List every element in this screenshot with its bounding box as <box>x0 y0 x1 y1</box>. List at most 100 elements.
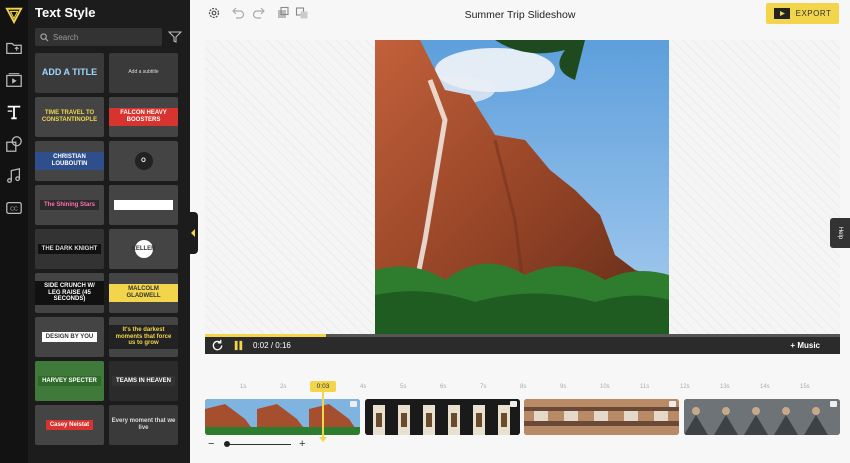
text-style-label: Add a subtitle <box>128 69 159 76</box>
current-time: 0:02 <box>253 341 269 350</box>
text-style-panel: Text Style ADD A TITLE Add a subtitle TIME… <box>28 0 190 463</box>
timeline-tick: 6s <box>440 384 447 390</box>
timeline-tick: 14s <box>760 384 770 390</box>
text-style-tile[interactable]: FALCON HEAVY BOOSTERS <box>109 97 178 137</box>
clip-options-icon[interactable] <box>510 401 517 407</box>
text-style-label: Every moment that we live <box>111 418 176 431</box>
zoom-in-icon[interactable]: + <box>299 438 305 450</box>
search-box[interactable] <box>35 28 162 46</box>
timeline-tick: 12s <box>680 384 690 390</box>
text-style-tile[interactable]: MALCOLM GLADWELL <box>109 273 178 313</box>
text-style-tile[interactable]: ADD A TITLE <box>35 53 104 93</box>
text-style-label: KELLER <box>132 240 156 258</box>
text-style-tile[interactable]: DESIGN BY YOU <box>35 317 104 357</box>
playhead[interactable] <box>322 392 324 438</box>
text-style-label: FALCON HEAVY BOOSTERS <box>109 108 178 126</box>
film-icon <box>773 8 790 19</box>
text-style-label: TEAMS IN HEAVEN <box>112 375 175 387</box>
text-style-label: TIME TRAVEL TO CONSTANTINOPLE <box>41 110 98 123</box>
text-style-tile[interactable]: O <box>109 141 178 181</box>
text-style-label: HARVEY SPECTER <box>38 375 101 387</box>
preview-image[interactable] <box>375 40 669 334</box>
text-style-tile[interactable]: TIME TRAVEL TO CONSTANTINOPLE <box>35 97 104 137</box>
logo-icon[interactable] <box>4 5 24 25</box>
timeline-tick: 10s <box>600 384 610 390</box>
text-icon[interactable] <box>4 102 24 122</box>
timeline-clip[interactable] <box>524 399 679 435</box>
timeline-clip[interactable] <box>365 399 520 435</box>
export-button[interactable]: EXPORT <box>766 3 839 24</box>
text-style-tile[interactable]: The Shining Stars <box>35 185 104 225</box>
help-tab[interactable]: Help <box>830 218 850 248</box>
help-label: Help <box>837 226 843 240</box>
media-icon[interactable] <box>4 70 24 90</box>
playhead-time[interactable]: 0:03 <box>310 381 336 392</box>
add-music-button[interactable]: + Music <box>790 341 820 350</box>
zoom-slider-track[interactable] <box>225 444 291 445</box>
timeline-zoom: − + <box>205 438 315 452</box>
playhead-handle[interactable] <box>319 437 327 442</box>
timeline-tick: 2s <box>280 384 287 390</box>
text-style-label: MALCOLM GLADWELL <box>109 284 178 302</box>
tool-rail: CC <box>0 0 28 463</box>
time-separator: / <box>270 341 274 350</box>
timeline-clip[interactable] <box>684 399 840 435</box>
chevron-left-icon <box>191 229 195 237</box>
folder-upload-icon[interactable] <box>4 38 24 58</box>
clip-options-icon[interactable] <box>669 401 676 407</box>
timeline-tick: 15s <box>800 384 810 390</box>
zoom-slider-thumb[interactable] <box>224 441 230 447</box>
captions-icon[interactable]: CC <box>4 198 24 218</box>
pause-icon[interactable] <box>232 339 245 352</box>
replay-icon[interactable] <box>211 339 224 352</box>
export-label: EXPORT <box>795 9 832 18</box>
video-editor: CC Text Style ADD A TITLEAdd a subtitleT… <box>0 0 850 463</box>
text-style-label: O <box>134 152 153 170</box>
panel-title: Text Style <box>35 5 96 20</box>
text-style-tile[interactable]: CHRISTIAN LOUBOUTIN <box>35 141 104 181</box>
search-input[interactable] <box>53 32 153 42</box>
text-style-label: Casey Neistat <box>45 419 94 431</box>
text-style-tile[interactable]: KELLER <box>109 229 178 269</box>
text-style-label: ADD A TITLE <box>41 67 98 78</box>
text-style-tile[interactable]: It's the darkest moments that force us t… <box>109 317 178 357</box>
timeline-tick: 13s <box>720 384 730 390</box>
playback-bar: 0:02 / 0:16 + Music <box>205 337 840 354</box>
text-style-tile[interactable]: HARVEY SPECTER <box>35 361 104 401</box>
search-icon <box>40 32 49 41</box>
text-style-label: It's the darkest moments that force us t… <box>109 325 178 349</box>
zoom-out-icon[interactable]: − <box>208 438 214 450</box>
timeline-tick: 5s <box>400 384 407 390</box>
text-style-label: SIDE CRUNCH W/ LEG RAISE (45 SECONDS) <box>35 281 104 305</box>
timeline-tick: 9s <box>560 384 567 390</box>
clip-options-icon[interactable] <box>830 401 837 407</box>
shapes-icon[interactable] <box>4 134 24 154</box>
timeline-tick: 7s <box>480 384 487 390</box>
panel-collapse-handle[interactable] <box>188 212 198 254</box>
text-style-label: CHRISTIAN LOUBOUTIN <box>35 152 104 170</box>
filter-icon[interactable] <box>168 30 182 44</box>
text-style-tile[interactable]: SIDE CRUNCH W/ LEG RAISE (45 SECONDS) <box>35 273 104 313</box>
text-style-label: BREAKING NEWS <box>113 199 174 211</box>
timeline-tick: 4s <box>360 384 367 390</box>
timeline-clip[interactable] <box>205 399 360 435</box>
svg-text:CC: CC <box>10 207 18 213</box>
text-style-tile[interactable]: THE DARK KNIGHT <box>35 229 104 269</box>
project-title[interactable]: Summer Trip Slideshow <box>190 9 850 21</box>
text-style-tile[interactable]: BREAKING NEWS <box>109 185 178 225</box>
text-style-tile[interactable]: TEAMS IN HEAVEN <box>109 361 178 401</box>
text-style-label: DESIGN BY YOU <box>41 331 98 343</box>
timecode: 0:02 / 0:16 <box>253 341 291 350</box>
text-style-tile[interactable]: Every moment that we live <box>109 405 178 445</box>
timeline-tick: 8s <box>520 384 527 390</box>
timeline-ruler[interactable]: 1s2s3s4s5s6s7s8s9s10s11s12s13s14s15s <box>205 380 840 394</box>
timeline-tick: 11s <box>640 384 650 390</box>
text-style-tile[interactable]: Add a subtitle <box>109 53 178 93</box>
duration: 0:16 <box>275 341 291 350</box>
music-icon[interactable] <box>4 166 24 186</box>
text-style-tile[interactable]: Casey Neistat <box>35 405 104 445</box>
top-toolbar: Summer Trip Slideshow EXPORT <box>190 0 850 28</box>
clip-options-icon[interactable] <box>350 401 357 407</box>
text-style-label: THE DARK KNIGHT <box>37 243 102 255</box>
text-style-label: The Shining Stars <box>39 199 99 211</box>
